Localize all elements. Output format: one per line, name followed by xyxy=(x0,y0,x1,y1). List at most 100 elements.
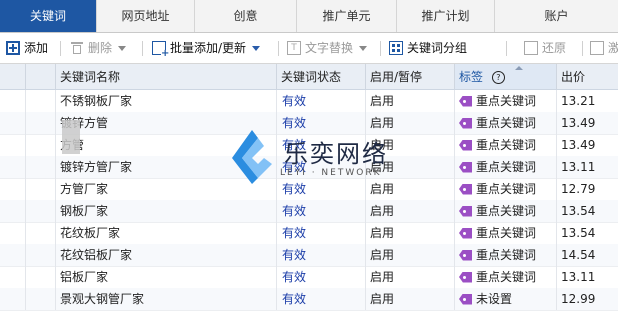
enable-pause-cell[interactable]: 启用 xyxy=(366,200,455,222)
header-keyword-name[interactable]: 关键词名称 xyxy=(56,64,277,89)
text-replace-button[interactable]: T 文字替换 xyxy=(287,33,368,63)
row-checkbox-cell[interactable] xyxy=(0,90,26,112)
toolbar: 添加 删除 + 批量添加/更新 T 文字替换 关键词分组 还原 激 xyxy=(0,33,618,64)
row-checkbox-cell[interactable] xyxy=(0,200,26,222)
row-checkbox-cell[interactable] xyxy=(0,134,26,156)
batch-add-update-button[interactable]: + 批量添加/更新 xyxy=(152,33,261,63)
tag-cell[interactable]: 重点关键词 xyxy=(455,112,557,134)
keyword-name-cell[interactable]: 铝板厂家 xyxy=(56,266,277,288)
tag-cell[interactable]: 重点关键词 xyxy=(455,178,557,200)
row-checkbox-cell[interactable] xyxy=(0,178,26,200)
enable-pause-cell[interactable]: 启用 xyxy=(366,222,455,244)
tab-account[interactable]: 账户 xyxy=(495,0,618,32)
keyword-group-button[interactable]: 关键词分组 xyxy=(389,33,467,63)
bid-cell[interactable]: 13.49 xyxy=(557,134,618,156)
tag-label: 重点关键词 xyxy=(476,116,537,130)
keyword-name-cell[interactable]: 方管 xyxy=(56,134,277,156)
bid-cell[interactable]: 14.54 xyxy=(557,244,618,266)
activate-button[interactable]: 激 xyxy=(590,33,618,63)
toolbar-divider xyxy=(60,41,61,56)
keyword-name-cell[interactable]: 镀锌方管厂家 xyxy=(56,156,277,178)
tag-icon xyxy=(459,95,472,107)
bid-cell[interactable]: 13.11 xyxy=(557,156,618,178)
keyword-name-cell[interactable]: 镀锌方管 xyxy=(56,112,277,134)
enable-pause-cell[interactable]: 启用 xyxy=(366,90,455,112)
keyword-name-cell[interactable]: 方管厂家 xyxy=(56,178,277,200)
table-row[interactable]: 铝板厂家 有效 启用 重点关键词 13.11 xyxy=(0,266,618,289)
trash-icon xyxy=(70,41,84,55)
bid-cell[interactable]: 13.49 xyxy=(557,112,618,134)
row-checkbox-cell[interactable] xyxy=(0,244,26,266)
row-checkbox-cell[interactable] xyxy=(0,288,26,310)
tab-creative[interactable]: 创意 xyxy=(195,0,297,32)
header-keyword-status[interactable]: 关键词状态 xyxy=(277,64,366,89)
toolbar-divider xyxy=(506,41,507,56)
tag-icon xyxy=(459,117,472,129)
add-button[interactable]: 添加 xyxy=(6,33,48,63)
enable-pause-cell[interactable]: 启用 xyxy=(366,288,455,310)
header-tag-label: 标签 xyxy=(459,70,484,84)
tag-cell[interactable]: 重点关键词 xyxy=(455,222,557,244)
batch-add-label: 批量添加/更新 xyxy=(170,41,247,55)
enable-pause-cell[interactable]: 启用 xyxy=(366,112,455,134)
tag-cell[interactable]: 重点关键词 xyxy=(455,90,557,112)
table-row[interactable]: 镀锌方管厂家 有效 启用 重点关键词 13.11 xyxy=(0,156,618,179)
header-bid[interactable]: 出价 xyxy=(557,64,618,89)
table-row[interactable]: 景观大钢管厂家 有效 启用 未设置 12.99 xyxy=(0,288,618,311)
row-checkbox-cell[interactable] xyxy=(0,156,26,178)
keyword-status-cell: 有效 xyxy=(277,178,366,200)
restore-button[interactable]: 还原 xyxy=(524,33,566,63)
header-enable-pause[interactable]: 启用/暂停 xyxy=(366,64,455,89)
table-row[interactable]: 方管厂家 有效 启用 重点关键词 12.79 xyxy=(0,178,618,201)
header-tag[interactable]: 标签 ? xyxy=(455,64,557,89)
tag-cell[interactable]: 未设置 xyxy=(455,288,557,310)
tag-cell[interactable]: 重点关键词 xyxy=(455,200,557,222)
text-replace-icon: T xyxy=(287,41,301,55)
header-checkbox-cell[interactable] xyxy=(0,64,26,89)
table-row[interactable]: 花纹板厂家 有效 启用 重点关键词 13.54 xyxy=(0,222,618,245)
header-blank-cell xyxy=(26,64,56,89)
tag-label: 未设置 xyxy=(476,292,513,306)
delete-button[interactable]: 删除 xyxy=(70,33,127,63)
bid-cell[interactable]: 13.11 xyxy=(557,266,618,288)
tag-cell[interactable]: 重点关键词 xyxy=(455,156,557,178)
enable-pause-cell[interactable]: 启用 xyxy=(366,244,455,266)
bid-cell[interactable]: 13.54 xyxy=(557,200,618,222)
bid-cell[interactable]: 13.21 xyxy=(557,90,618,112)
keyword-status-cell: 有效 xyxy=(277,90,366,112)
keyword-name-cell[interactable]: 花纹板厂家 xyxy=(56,222,277,244)
tab-campaign[interactable]: 推广计划 xyxy=(397,0,495,32)
row-checkbox-cell[interactable] xyxy=(0,222,26,244)
table-row[interactable]: 钢板厂家 有效 启用 重点关键词 13.54 xyxy=(0,200,618,223)
tab-keywords[interactable]: 关键词 xyxy=(0,0,97,32)
chevron-down-icon xyxy=(118,45,127,51)
table-row[interactable]: 不锈钢板厂家 有效 启用 重点关键词 13.21 xyxy=(0,90,618,113)
row-checkbox-cell[interactable] xyxy=(0,112,26,134)
bid-cell[interactable]: 13.54 xyxy=(557,222,618,244)
keyword-name-cell[interactable]: 钢板厂家 xyxy=(56,200,277,222)
tag-cell[interactable]: 重点关键词 xyxy=(455,244,557,266)
keyword-name-cell[interactable]: 景观大钢管厂家 xyxy=(56,288,277,310)
keyword-status-cell: 有效 xyxy=(277,222,366,244)
bid-cell[interactable]: 12.99 xyxy=(557,288,618,310)
table-row[interactable]: 方管有效启用 重点关键词 13.49 xyxy=(0,134,618,157)
tab-ad-group[interactable]: 推广单元 xyxy=(297,0,397,32)
help-icon[interactable]: ? xyxy=(491,71,505,84)
bid-cell[interactable]: 12.79 xyxy=(557,178,618,200)
enable-pause-cell[interactable]: 启用 xyxy=(366,178,455,200)
enable-pause-cell[interactable]: 启用 xyxy=(366,266,455,288)
keyword-name-cell[interactable]: 花纹铝板厂家 xyxy=(56,244,277,266)
tag-cell[interactable]: 重点关键词 xyxy=(455,266,557,288)
tag-cell[interactable]: 重点关键词 xyxy=(455,134,557,156)
table-row[interactable]: 花纹铝板厂家 有效 启用 重点关键词 14.54 xyxy=(0,244,618,267)
tab-web-address[interactable]: 网页地址 xyxy=(97,0,195,32)
enable-pause-cell[interactable]: 启用 xyxy=(366,156,455,178)
table-row[interactable]: 镀锌方管 有效 启用 重点关键词 13.49 xyxy=(0,112,618,135)
tag-icon xyxy=(459,183,472,195)
row-checkbox-cell[interactable] xyxy=(0,266,26,288)
enable-pause-cell[interactable]: 启用 xyxy=(366,134,455,156)
activate-icon xyxy=(590,41,604,55)
tag-label: 重点关键词 xyxy=(476,204,537,218)
tag-icon xyxy=(459,271,472,283)
keyword-name-cell[interactable]: 不锈钢板厂家 xyxy=(56,90,277,112)
